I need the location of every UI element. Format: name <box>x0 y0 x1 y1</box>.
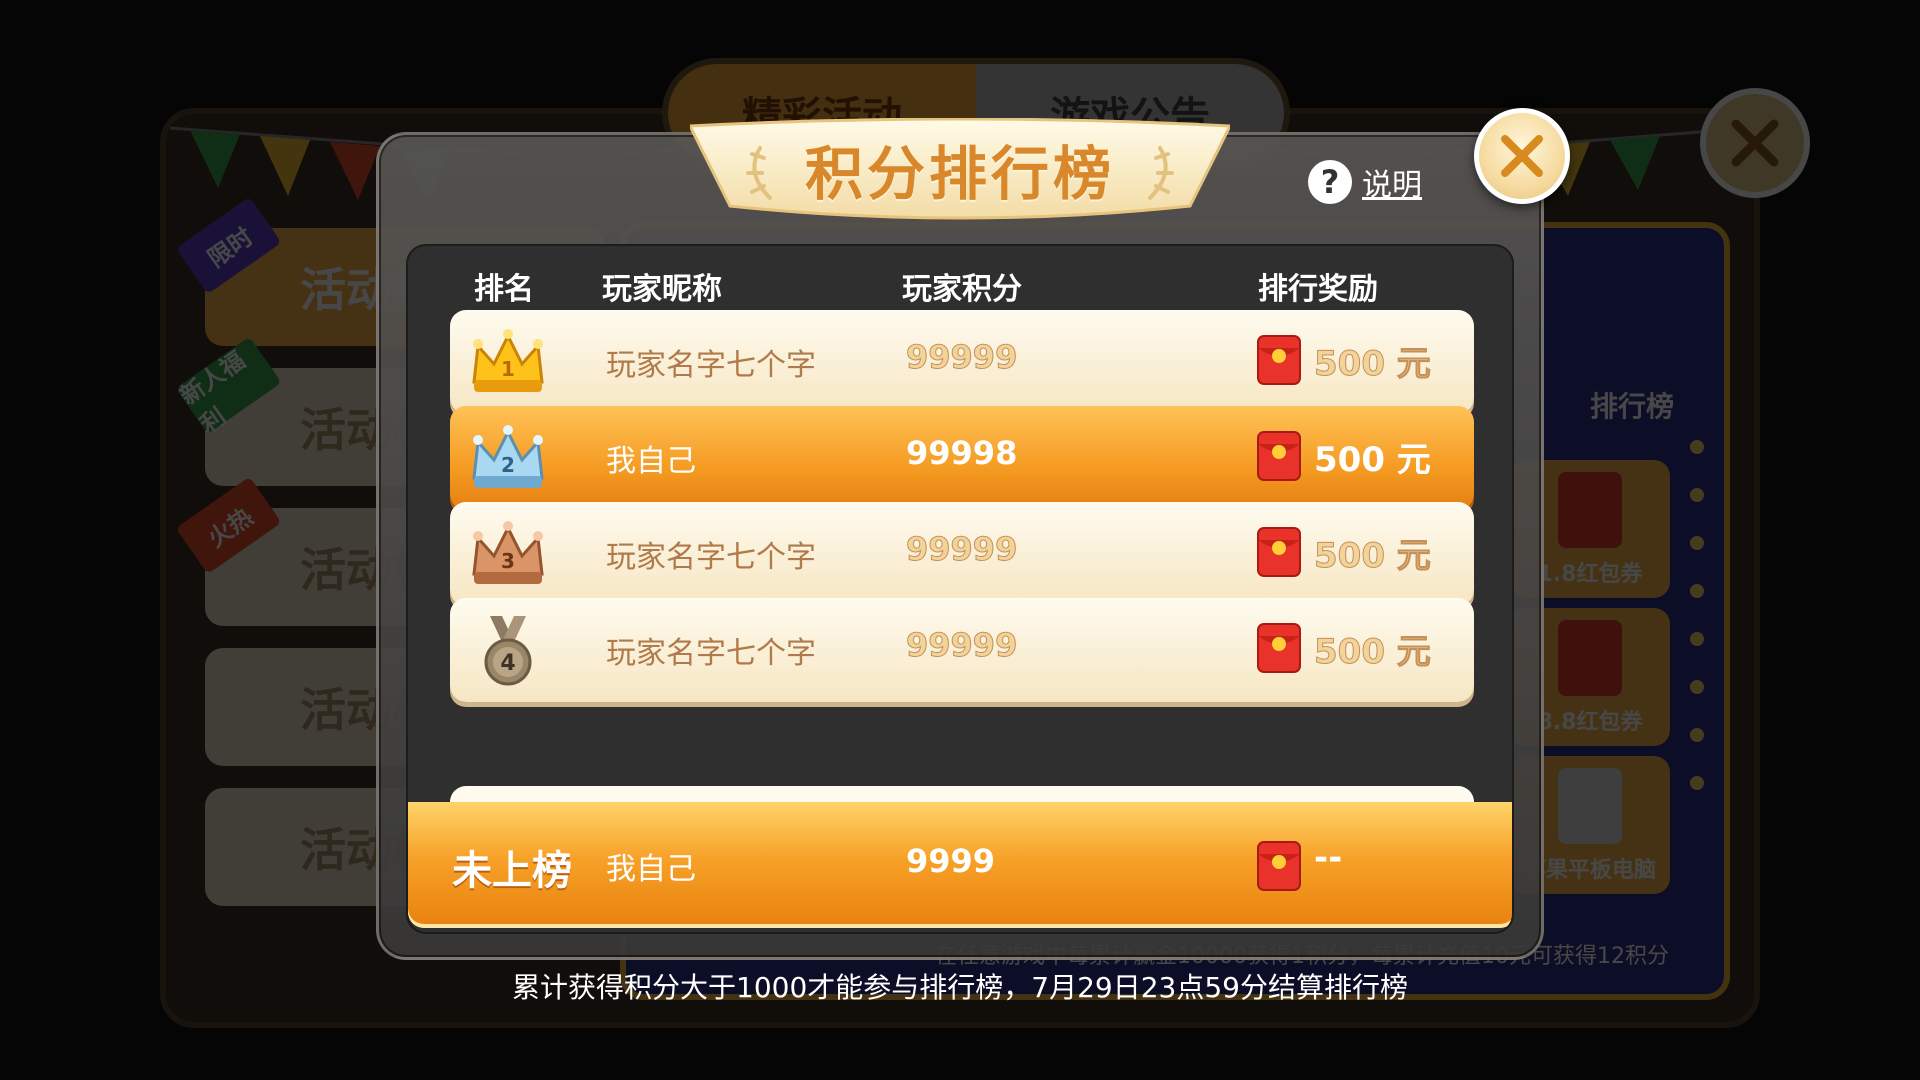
my-reward: -- <box>1314 838 1343 878</box>
svg-text:2: 2 <box>501 453 515 477</box>
player-score: 99999 <box>905 530 1018 569</box>
background-close-icon <box>1700 88 1810 198</box>
table-row: 4 玩家名字七个字 99999 500 元 <box>450 598 1474 702</box>
header-nickname: 玩家昵称 <box>602 272 722 307</box>
modal-title: 积分排行榜 <box>804 140 1115 208</box>
table-header: 排名 玩家昵称 玩家积分 排行奖励 <box>408 246 1512 308</box>
bronze-crown-icon: 3 <box>472 521 544 584</box>
table-row: 3 玩家名字七个字 99999 500 元 <box>450 502 1474 606</box>
reward-amount: 500 元 <box>1314 440 1431 480</box>
svg-text:4: 4 <box>500 651 515 676</box>
red-envelope-icon <box>1257 623 1301 673</box>
svg-text:3: 3 <box>501 549 515 573</box>
player-nickname: 我自己 <box>606 444 696 479</box>
red-envelope-icon <box>1257 527 1301 577</box>
svg-text:1: 1 <box>501 357 515 381</box>
red-envelope-icon <box>1257 841 1301 891</box>
header-score: 玩家积分 <box>902 272 1022 307</box>
gold-crown-icon: 1 <box>472 329 544 392</box>
player-nickname: 玩家名字七个字 <box>606 636 816 671</box>
player-nickname: 玩家名字七个字 <box>606 540 816 575</box>
close-button[interactable] <box>1474 108 1570 204</box>
medal-icon: 4 <box>484 616 532 686</box>
my-rank-bar: 未上榜 我自己 9999 -- <box>408 802 1512 928</box>
question-icon: ? <box>1308 160 1352 204</box>
table-row-self: 2 我自己 99998 500 元 <box>450 406 1474 510</box>
player-nickname: 玩家名字七个字 <box>606 348 816 383</box>
red-envelope-icon <box>1257 335 1301 385</box>
close-icon <box>1501 135 1543 177</box>
unranked-status: 未上榜 <box>452 848 572 894</box>
background-rank-label: 排行榜 <box>1590 390 1675 423</box>
header-rank: 排名 <box>474 272 534 307</box>
reward-amount: 500 元 <box>1314 632 1432 673</box>
player-score: 99998 <box>906 434 1018 472</box>
my-nickname: 我自己 <box>606 852 696 887</box>
help-link[interactable]: ? 说明 <box>1308 158 1422 206</box>
silver-crown-icon: 2 <box>472 425 544 488</box>
my-score: 9999 <box>906 842 996 880</box>
reward-amount: 500 元 <box>1314 344 1432 385</box>
marquee-lights <box>1690 440 1704 824</box>
header-reward: 排行奖励 <box>1258 272 1378 307</box>
red-envelope-icon <box>1257 431 1301 481</box>
settlement-note: 累计获得积分大于1000才能参与排行榜，7月29日23点59分结算排行榜 <box>512 971 1408 1004</box>
leaderboard-table[interactable]: 排名 玩家昵称 玩家积分 排行奖励 1 玩家名字七个字 99999 500 元 … <box>406 244 1514 934</box>
table-row: 1 玩家名字七个字 99999 500 元 <box>450 310 1474 414</box>
help-label: 说明 <box>1362 168 1422 203</box>
reward-amount: 500 元 <box>1314 536 1432 577</box>
player-score: 99999 <box>905 626 1018 665</box>
player-score: 99999 <box>905 338 1018 377</box>
